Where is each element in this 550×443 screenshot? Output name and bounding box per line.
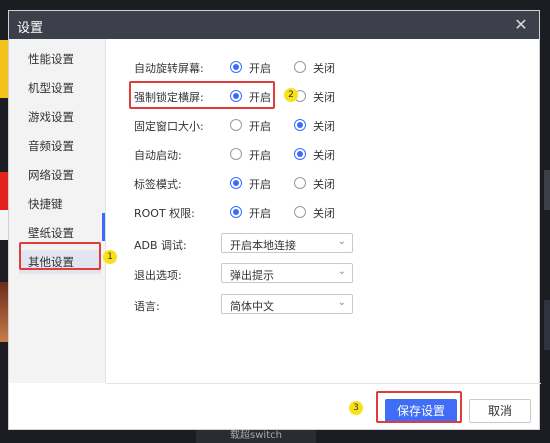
auto-start-label: 自动启动:	[134, 149, 182, 162]
auto-rotate-off-text: 关闭	[313, 62, 335, 75]
footer-divider	[106, 383, 541, 384]
cancel-button[interactable]: 取消	[469, 399, 531, 423]
tab-mode-label: 标签模式:	[134, 178, 182, 191]
sidebar-active-indicator	[102, 213, 105, 241]
root-permission-label: ROOT 权限:	[134, 207, 195, 220]
root-permission-off-radio[interactable]	[294, 206, 306, 218]
exit-option-select[interactable]: 弹出提示 ⌄	[221, 263, 353, 283]
highlight-box-force-landscape	[129, 81, 275, 109]
background-bottom-bar: 载超switch	[196, 428, 316, 443]
highlight-box-other-settings	[19, 242, 101, 270]
step-badge-2: 2	[284, 88, 298, 102]
sidebar-item-hotkeys[interactable]: 快捷键	[19, 192, 101, 216]
step-badge-3: 3	[349, 401, 363, 415]
step-badge-1: 1	[103, 250, 117, 264]
fixed-window-size-label: 固定窗口大小:	[134, 120, 204, 133]
settings-dialog: 设置 ✕ 性能设置 机型设置 游戏设置 音频设置 网络设置 快捷键 壁纸设置 其…	[8, 10, 541, 430]
fixed-window-size-off-radio[interactable]	[294, 119, 306, 131]
background-app-tile	[544, 300, 550, 350]
language-label: 语言:	[134, 300, 160, 313]
auto-start-on-radio[interactable]	[230, 148, 242, 160]
root-permission-on-radio[interactable]	[230, 206, 242, 218]
adb-debug-label: ADB 调试:	[134, 239, 187, 252]
tab-mode-on-radio[interactable]	[230, 177, 242, 189]
fixed-window-size-on-text: 开启	[249, 120, 271, 133]
auto-rotate-on-text: 开启	[249, 62, 271, 75]
sidebar-item-network[interactable]: 网络设置	[19, 163, 101, 187]
background-app-tile	[544, 170, 550, 210]
root-permission-off-text: 关闭	[313, 207, 335, 220]
close-icon[interactable]: ✕	[511, 15, 531, 35]
root-permission-on-text: 开启	[249, 207, 271, 220]
sidebar-item-device-model[interactable]: 机型设置	[19, 76, 101, 100]
chevron-down-icon: ⌄	[337, 266, 346, 277]
sidebar-item-audio[interactable]: 音频设置	[19, 134, 101, 158]
sidebar-item-performance[interactable]: 性能设置	[19, 47, 101, 71]
exit-option-value: 弹出提示	[230, 269, 274, 282]
highlight-box-save	[376, 391, 462, 423]
dialog-title: 设置	[17, 21, 44, 36]
fixed-window-size-off-text: 关闭	[313, 120, 335, 133]
language-select[interactable]: 简体中文 ⌄	[221, 294, 353, 314]
auto-start-off-text: 关闭	[313, 149, 335, 162]
sidebar-item-game[interactable]: 游戏设置	[19, 105, 101, 129]
tab-mode-off-text: 关闭	[313, 178, 335, 191]
force-landscape-off-text: 关闭	[313, 91, 335, 104]
auto-start-on-text: 开启	[249, 149, 271, 162]
adb-debug-value: 开启本地连接	[230, 239, 296, 252]
exit-option-label: 退出选项:	[134, 269, 182, 282]
fixed-window-size-on-radio[interactable]	[230, 119, 242, 131]
auto-start-off-radio[interactable]	[294, 148, 306, 160]
tab-mode-off-radio[interactable]	[294, 177, 306, 189]
tab-mode-on-text: 开启	[249, 178, 271, 191]
chevron-down-icon: ⌄	[337, 297, 346, 308]
language-value: 简体中文	[230, 300, 274, 313]
auto-rotate-off-radio[interactable]	[294, 61, 306, 73]
dialog-titlebar: 设置 ✕	[9, 11, 539, 39]
chevron-down-icon: ⌄	[337, 236, 346, 247]
settings-sidebar: 性能设置 机型设置 游戏设置 音频设置 网络设置 快捷键 壁纸设置 其他设置	[9, 39, 106, 383]
auto-rotate-on-radio[interactable]	[230, 61, 242, 73]
adb-debug-select[interactable]: 开启本地连接 ⌄	[221, 233, 353, 253]
auto-rotate-label: 自动旋转屏幕:	[134, 62, 204, 75]
